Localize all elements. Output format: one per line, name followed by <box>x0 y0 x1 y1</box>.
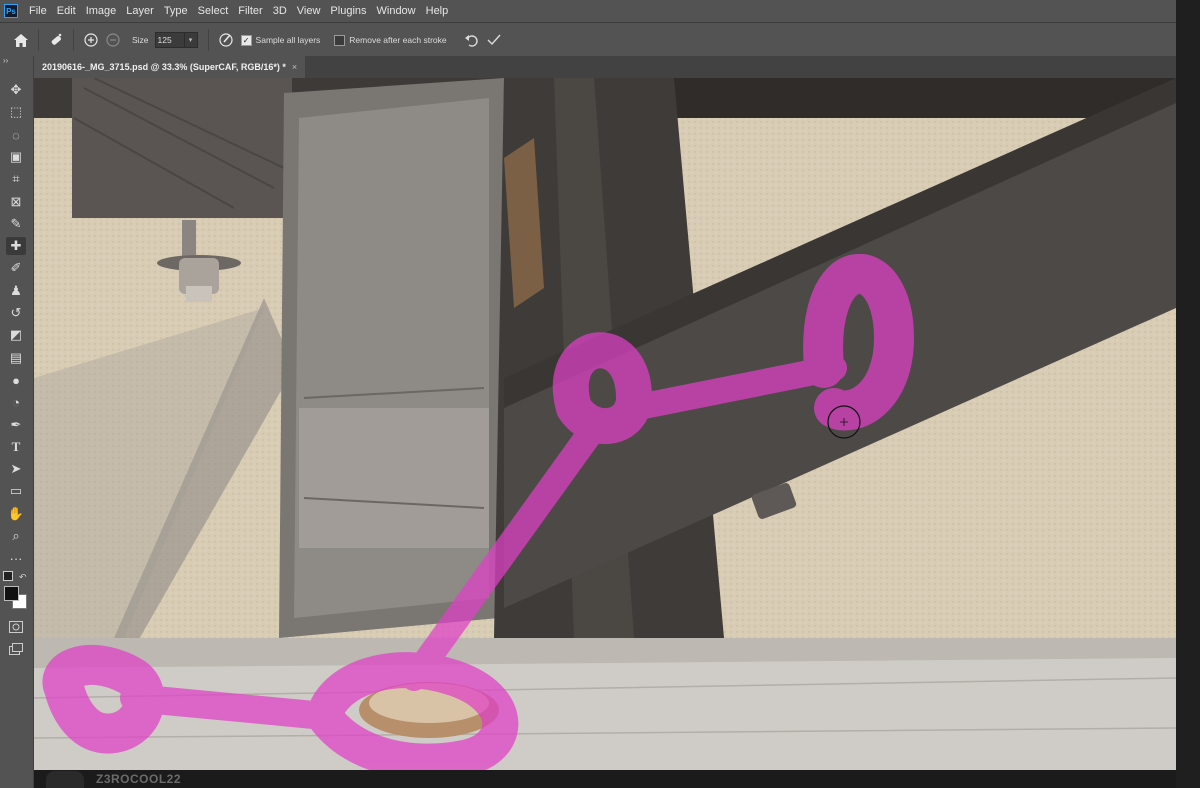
menu-filter[interactable]: Filter <box>233 5 267 17</box>
home-icon[interactable] <box>10 29 32 51</box>
menu-bar: Ps File Edit Image Layer Type Select Fil… <box>0 0 1176 22</box>
menu-help[interactable]: Help <box>421 5 454 17</box>
default-colors-icon[interactable] <box>3 571 13 581</box>
photoshop-logo-icon[interactable]: Ps <box>4 4 18 18</box>
mode-normal-icon[interactable] <box>80 29 102 51</box>
history-brush-icon[interactable]: ↺ <box>6 304 26 322</box>
document-tab[interactable]: 20190616-_MG_3715.psd @ 33.3% (SuperCAF,… <box>34 56 306 78</box>
pen-icon[interactable]: ✒ <box>6 416 26 434</box>
menu-select[interactable]: Select <box>193 5 234 17</box>
menu-plugins[interactable]: Plugins <box>325 5 371 17</box>
mode-subtract-icon[interactable] <box>102 29 124 51</box>
undo-cancel-icon[interactable] <box>461 29 483 51</box>
eraser-icon[interactable]: ◩ <box>6 326 26 344</box>
status-area <box>34 770 1176 788</box>
gradient-icon[interactable]: ▤ <box>6 349 26 367</box>
watermark-text: Z3ROCOOL22 <box>96 772 182 786</box>
menu-edit[interactable]: Edit <box>52 5 81 17</box>
move-icon[interactable]: ✥ <box>6 81 26 99</box>
brush-icon[interactable]: ✐ <box>6 259 26 277</box>
separator <box>207 29 209 51</box>
commit-check-icon[interactable] <box>483 29 505 51</box>
hand-icon[interactable]: ✋ <box>6 505 26 523</box>
remove-after-stroke-checkbox[interactable] <box>334 34 346 46</box>
spot-healing-icon[interactable]: ✚ <box>6 237 26 255</box>
type-icon[interactable]: T <box>6 438 26 456</box>
document-tab-bar: 20190616-_MG_3715.psd @ 33.3% (SuperCAF,… <box>34 56 1176 78</box>
more-tools-icon[interactable]: ··· <box>6 549 26 567</box>
size-label: Size <box>132 35 149 45</box>
menu-3d[interactable]: 3D <box>268 5 292 17</box>
collapse-icon[interactable]: ›› <box>3 56 8 65</box>
menu-file[interactable]: File <box>24 5 52 17</box>
close-tab-icon[interactable]: × <box>292 62 297 72</box>
document-canvas[interactable] <box>34 78 1176 770</box>
window-edge <box>1176 0 1200 788</box>
avatar <box>46 771 84 788</box>
menu-type[interactable]: Type <box>159 5 193 17</box>
clone-stamp-icon[interactable]: ♟ <box>6 282 26 300</box>
frame-icon[interactable]: ⊠ <box>6 193 26 211</box>
crop-icon[interactable]: ⌗ <box>6 170 26 188</box>
quick-mask-icon[interactable] <box>6 618 26 636</box>
sample-all-layers-label: Sample all layers <box>255 35 321 45</box>
spot-healing-brush-icon[interactable] <box>45 29 67 51</box>
options-bar: Size 125 ▾ ✓ Sample all layers Remove af… <box>0 22 1176 57</box>
size-input[interactable]: 125 <box>154 32 185 48</box>
rectangle-icon[interactable]: ▭ <box>6 482 26 500</box>
menu-image[interactable]: Image <box>81 5 122 17</box>
dodge-icon[interactable]: ◔ <box>6 393 26 411</box>
object-select-icon[interactable]: ▣ <box>6 148 26 166</box>
menu-view[interactable]: View <box>292 5 326 17</box>
separator <box>73 29 74 51</box>
size-dropdown-icon[interactable]: ▾ <box>184 32 198 48</box>
blur-icon[interactable]: ● <box>6 371 26 389</box>
screen-mode-icon[interactable] <box>6 640 26 658</box>
menu-layer[interactable]: Layer <box>121 5 159 17</box>
remove-after-stroke-label: Remove after each stroke <box>349 35 447 45</box>
sample-all-layers-checkbox[interactable]: ✓ <box>240 34 252 46</box>
photo-image <box>34 78 1176 770</box>
brush-settings-icon[interactable] <box>215 29 237 51</box>
lasso-icon[interactable]: ◌ <box>6 126 26 144</box>
document-tab-title: 20190616-_MG_3715.psd @ 33.3% (SuperCAF,… <box>42 62 286 72</box>
foreground-color-swatch[interactable] <box>4 586 19 601</box>
menu-window[interactable]: Window <box>372 5 421 17</box>
eyedropper-icon[interactable]: ✎ <box>6 215 26 233</box>
swap-colors-icon[interactable]: ↶ <box>19 572 27 583</box>
marquee-icon[interactable]: ⬚ <box>6 103 26 121</box>
path-select-icon[interactable]: ➤ <box>6 460 26 478</box>
zoom-icon[interactable]: ⌕ <box>6 527 26 545</box>
separator <box>38 29 39 51</box>
